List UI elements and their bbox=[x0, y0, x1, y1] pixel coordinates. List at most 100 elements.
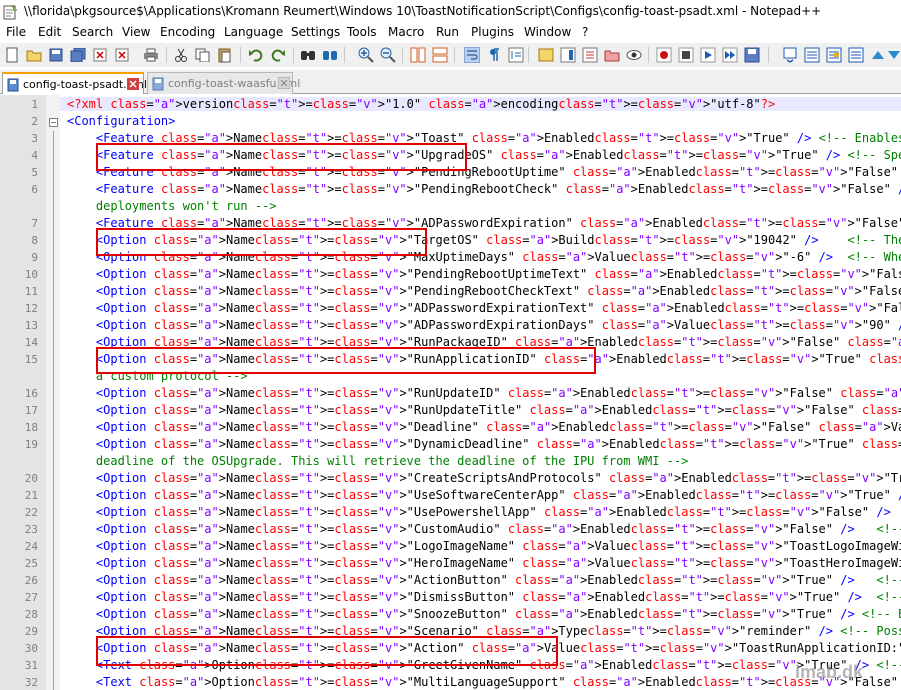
code-line[interactable]: <Option class="a">Nameclass="t">=class="… bbox=[67, 590, 901, 604]
menu-edit[interactable]: Edit bbox=[38, 25, 61, 39]
code-line[interactable]: <Option class="a">Nameclass="t">=class="… bbox=[67, 386, 901, 400]
record-macro-icon[interactable] bbox=[654, 45, 674, 65]
code-line[interactable]: <Option class="a">Nameclass="t">=class="… bbox=[67, 318, 901, 332]
menu-plugins[interactable]: Plugins bbox=[471, 25, 514, 39]
compare-next-icon[interactable] bbox=[824, 45, 844, 65]
close-file-icon[interactable] bbox=[90, 45, 110, 65]
undo-icon[interactable] bbox=[246, 45, 266, 65]
word-wrap-icon[interactable] bbox=[462, 45, 482, 65]
code-line[interactable]: <Option class="a">Nameclass="t">=class="… bbox=[67, 403, 901, 417]
code-line[interactable]: deadline of the OSUpgrade. This will ret… bbox=[67, 454, 688, 468]
line-number-gutter: 1 2 3 4 5 6 7 8 9 10 11 12 13 14 15 16 17 18 19 20 21 22 23 24 2… bbox=[0, 95, 46, 690]
line-number: 7 bbox=[31, 217, 38, 230]
run-macro-multiple-icon[interactable] bbox=[720, 45, 740, 65]
show-all-chars-icon[interactable] bbox=[484, 45, 504, 65]
code-line[interactable]: <Option class="a">Nameclass="t">=class="… bbox=[67, 267, 901, 281]
menu-run[interactable]: Run bbox=[436, 25, 459, 39]
define-language-icon[interactable] bbox=[536, 45, 556, 65]
close-all-icon[interactable] bbox=[112, 45, 132, 65]
editor-area[interactable]: 1 2 3 4 5 6 7 8 9 10 11 12 13 14 15 16 17 18 19 20 21 22 23 24 2… bbox=[0, 95, 901, 690]
menu-macro[interactable]: Macro bbox=[388, 25, 424, 39]
menu-tools[interactable]: Tools bbox=[347, 25, 377, 39]
menu-file[interactable]: File bbox=[6, 25, 26, 39]
line-number: 29 bbox=[24, 625, 38, 638]
menu-window[interactable]: Window bbox=[524, 25, 571, 39]
function-list-icon[interactable] bbox=[580, 45, 600, 65]
code-line[interactable]: <Option class="a">Nameclass="t">=class="… bbox=[67, 556, 901, 570]
stop-record-icon[interactable] bbox=[676, 45, 696, 65]
code-line[interactable]: <Option class="a">Nameclass="t">=class="… bbox=[67, 250, 901, 264]
zoom-out-icon[interactable] bbox=[378, 45, 398, 65]
code-line[interactable]: <Option class="a">Nameclass="t">=class="… bbox=[67, 301, 901, 315]
code-line[interactable]: <Option class="a">Nameclass="t">=class="… bbox=[67, 539, 901, 553]
code-line[interactable]: <Option class="a">Nameclass="t">=class="… bbox=[67, 437, 901, 451]
code-line[interactable]: <Feature class="a">Nameclass="t">=class=… bbox=[67, 182, 901, 196]
spellcheck-icon[interactable] bbox=[780, 45, 800, 65]
line-number: 17 bbox=[24, 404, 38, 417]
code-line[interactable]: <Option class="a">Nameclass="t">=class="… bbox=[67, 284, 901, 298]
sync-vertical-icon[interactable] bbox=[408, 45, 428, 65]
code-line[interactable]: <Option class="a">Nameclass="t">=class="… bbox=[67, 233, 901, 247]
code-line[interactable]: <Feature class="a">Nameclass="t">=class=… bbox=[67, 148, 901, 162]
print-icon[interactable] bbox=[141, 45, 161, 65]
code-line[interactable]: <Option class="a">Nameclass="t">=class="… bbox=[67, 488, 901, 502]
code-line[interactable]: <Feature class="a">Nameclass="t">=class=… bbox=[67, 131, 901, 145]
new-file-icon[interactable] bbox=[2, 45, 22, 65]
code-line[interactable]: <Feature class="a">Nameclass="t">=class=… bbox=[67, 216, 901, 230]
indent-guide-icon[interactable] bbox=[506, 45, 526, 65]
find-icon[interactable] bbox=[298, 45, 318, 65]
code-line[interactable]: <Option class="a">Nameclass="t">=class="… bbox=[67, 335, 901, 349]
copy-icon[interactable] bbox=[193, 45, 213, 65]
menu-view[interactable]: View bbox=[122, 25, 150, 39]
code-line[interactable]: <Text class="a">Optionclass="t">=class="… bbox=[67, 658, 901, 672]
code-line[interactable]: <Option class="a">Nameclass="t">=class="… bbox=[67, 420, 901, 434]
toolbar-separator bbox=[240, 47, 241, 63]
fold-toggle-icon[interactable] bbox=[49, 118, 58, 127]
line-number: 3 bbox=[31, 132, 38, 145]
sync-horizontal-icon[interactable] bbox=[430, 45, 450, 65]
menu-settings[interactable]: Settings bbox=[291, 25, 340, 39]
compare-options-icon[interactable] bbox=[846, 45, 866, 65]
arrow-down-icon[interactable] bbox=[884, 45, 901, 65]
close-icon[interactable] bbox=[278, 77, 290, 89]
toolbar-separator bbox=[293, 47, 294, 63]
code-line[interactable]: <?xml class="a">versionclass="t">=class=… bbox=[60, 97, 901, 111]
notepadpp-app-icon bbox=[3, 4, 18, 20]
code-line[interactable]: <Option class="a">Nameclass="t">=class="… bbox=[67, 624, 901, 638]
code-line[interactable]: <Configuration> bbox=[67, 114, 175, 128]
save-macro-icon[interactable] bbox=[742, 45, 762, 65]
code-line[interactable]: <Feature class="a">Nameclass="t">=class=… bbox=[67, 165, 901, 179]
code-line[interactable]: <Option class="a">Nameclass="t">=class="… bbox=[67, 607, 901, 621]
tab-config-toast-waasfu[interactable]: config-toast-waasfu.xml bbox=[147, 72, 300, 94]
line-number: 4 bbox=[31, 149, 38, 162]
code-line[interactable]: deployments won't run --> bbox=[67, 199, 277, 213]
save-all-icon[interactable] bbox=[68, 45, 88, 65]
redo-icon[interactable] bbox=[268, 45, 288, 65]
paste-icon[interactable] bbox=[215, 45, 235, 65]
cut-icon[interactable] bbox=[171, 45, 191, 65]
code-line[interactable]: a custom protocol --> bbox=[67, 369, 248, 383]
menu-language[interactable]: Language bbox=[224, 25, 283, 39]
code-line[interactable]: <Option class="a">Nameclass="t">=class="… bbox=[67, 522, 901, 536]
code-line[interactable]: <Text class="a">Optionclass="t">=class="… bbox=[67, 675, 901, 689]
folder-workspace-icon[interactable] bbox=[602, 45, 622, 65]
close-icon[interactable] bbox=[127, 78, 139, 90]
playback-macro-icon[interactable] bbox=[698, 45, 718, 65]
code-line[interactable]: <Option class="a">Nameclass="t">=class="… bbox=[67, 573, 901, 587]
monitoring-icon[interactable] bbox=[624, 45, 644, 65]
code-line[interactable]: <Option class="a">Nameclass="t">=class="… bbox=[67, 641, 901, 655]
replace-icon[interactable] bbox=[320, 45, 340, 65]
zoom-in-icon[interactable] bbox=[356, 45, 376, 65]
menu-help[interactable]: ? bbox=[582, 25, 588, 39]
compare-icon[interactable] bbox=[802, 45, 822, 65]
menu-encoding[interactable]: Encoding bbox=[160, 25, 215, 39]
save-icon[interactable] bbox=[46, 45, 66, 65]
menu-search[interactable]: Search bbox=[72, 25, 113, 39]
code-line[interactable]: <Option class="a">Nameclass="t">=class="… bbox=[67, 471, 901, 485]
code-line[interactable]: <Option class="a">Nameclass="t">=class="… bbox=[67, 505, 901, 519]
tab-config-toast-psadt[interactable]: config-toast-psadt.xml bbox=[2, 72, 147, 94]
doc-map-icon[interactable] bbox=[558, 45, 578, 65]
line-number: 9 bbox=[31, 251, 38, 264]
open-file-icon[interactable] bbox=[24, 45, 44, 65]
code-line[interactable]: <Option class="a">Nameclass="t">=class="… bbox=[67, 352, 901, 366]
